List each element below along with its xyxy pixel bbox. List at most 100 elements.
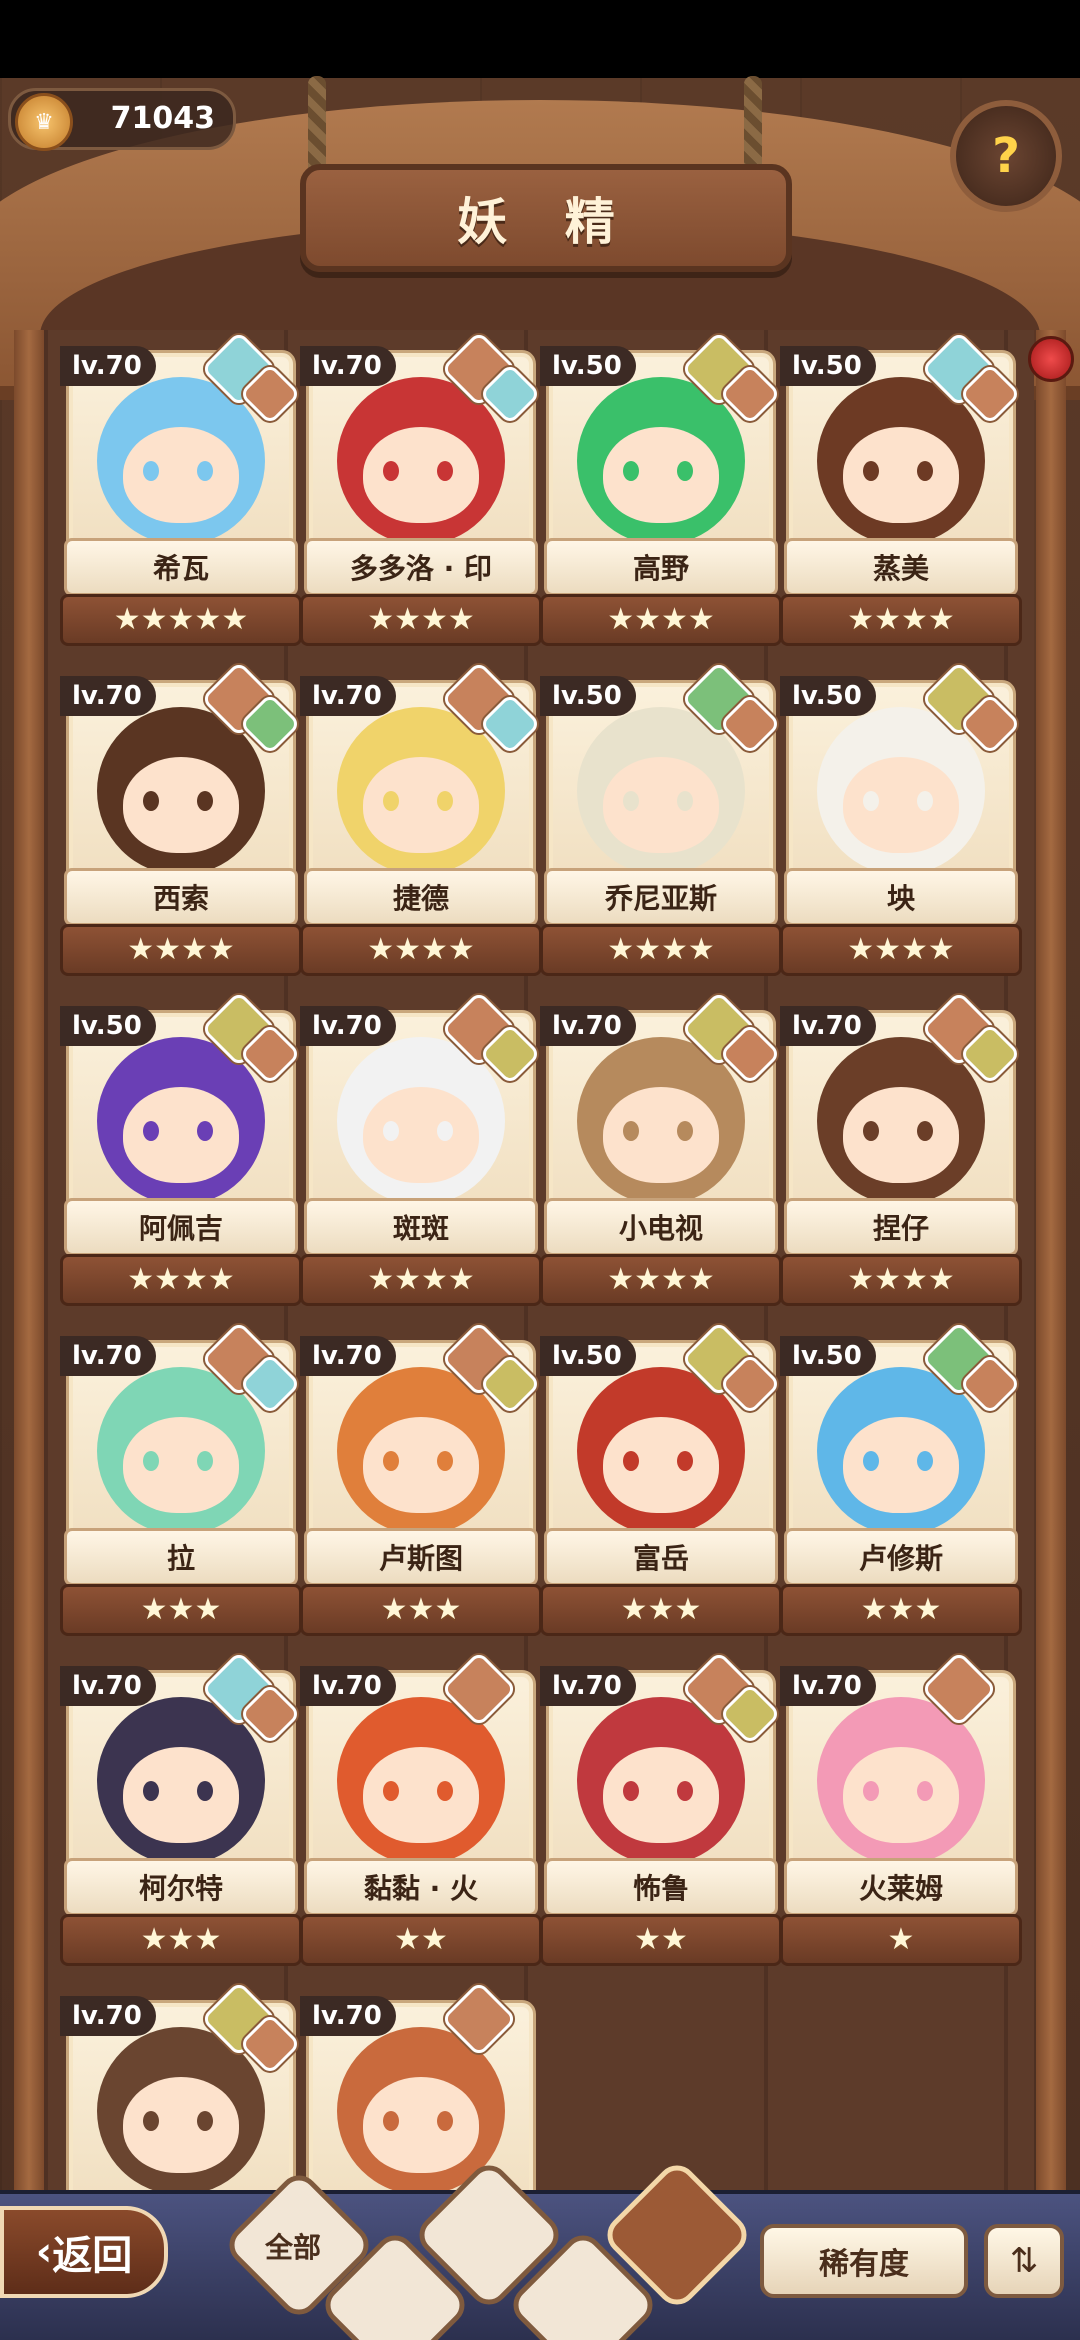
fairy-card[interactable]: lv.70 火莱姆 ★	[780, 1650, 1022, 1966]
star-rating: ★★★★	[540, 924, 782, 976]
fairy-name: 希瓦	[64, 538, 298, 596]
fairy-card[interactable]: lv.50 乔尼亚斯 ★★★★	[540, 660, 782, 976]
level-badge: lv.50	[540, 676, 636, 716]
fairy-name: 怖鲁	[544, 1858, 778, 1916]
level-badge: lv.50	[540, 346, 636, 386]
fairy-name: 小电视	[544, 1198, 778, 1256]
character-eye	[623, 1451, 639, 1471]
level-badge: lv.70	[540, 1666, 636, 1706]
level-badge: lv.50	[780, 1336, 876, 1376]
page-title: 妖 精	[457, 193, 635, 251]
star-icon: ★★★★	[847, 932, 955, 967]
character-eye	[677, 1451, 693, 1471]
level-badge: lv.70	[300, 1996, 396, 2036]
star-icon: ★★★	[140, 1592, 222, 1627]
star-rating: ★★★★	[780, 594, 1022, 646]
notification-dot[interactable]	[1028, 336, 1074, 382]
back-chevron-icon: ‹	[35, 2229, 53, 2275]
star-icon: ★★★★	[367, 932, 475, 967]
sort-order-button[interactable]: ⇅	[984, 2224, 1064, 2298]
character-eye	[863, 1121, 879, 1141]
star-rating: ★★★	[300, 1584, 542, 1636]
character-eye	[383, 461, 399, 481]
star-rating: ★★★★★	[60, 594, 302, 646]
star-rating: ★	[780, 1914, 1022, 1966]
fairy-card[interactable]: lv.70 多多洛 · 印 ★★★★	[300, 330, 542, 646]
fairy-name: 斑斑	[304, 1198, 538, 1256]
fairy-card[interactable]: lv.50 富岳 ★★★	[540, 1320, 782, 1636]
fairy-name: 卢斯图	[304, 1528, 538, 1586]
level-badge: lv.50	[540, 1336, 636, 1376]
character-eye	[143, 1781, 159, 1801]
fairy-name: 阿佩吉	[64, 1198, 298, 1256]
star-icon: ★★★★	[847, 1262, 955, 1297]
character-eye	[437, 1121, 453, 1141]
level-badge: lv.70	[60, 676, 156, 716]
fairy-card[interactable]: lv.70 希瓦 ★★★★★	[60, 330, 302, 646]
character-eye	[197, 2111, 213, 2131]
currency-value: 71043	[110, 101, 215, 136]
character-face	[123, 427, 239, 523]
sort-icon: ⇅	[1009, 2241, 1039, 2281]
fairy-card[interactable]: lv.70 小电视 ★★★★	[540, 990, 782, 1306]
rarity-sort-button[interactable]: 稀有度	[760, 2224, 968, 2298]
level-badge: lv.70	[300, 1336, 396, 1376]
question-bulb-icon: ?	[992, 128, 1020, 184]
character-eye	[383, 1121, 399, 1141]
star-icon: ★★★★	[367, 602, 475, 637]
level-badge: lv.70	[60, 346, 156, 386]
currency-display[interactable]: ♛ 71043	[8, 88, 236, 151]
fairy-name: 高野	[544, 538, 778, 596]
level-badge: lv.70	[300, 346, 396, 386]
character-eye	[143, 1121, 159, 1141]
character-eye	[143, 461, 159, 481]
star-icon: ★★★	[380, 1592, 462, 1627]
character-eye	[917, 461, 933, 481]
fairy-card[interactable]: lv.70 斑斑 ★★★★	[300, 990, 542, 1306]
title-sign: 妖 精	[300, 164, 792, 272]
fairy-card[interactable]: lv.70 卢斯图 ★★★	[300, 1320, 542, 1636]
star-icon: ★★★	[140, 1922, 222, 1957]
level-badge: lv.70	[60, 1336, 156, 1376]
fairy-card[interactable]: lv.50 卢修斯 ★★★	[780, 1320, 1022, 1636]
help-button[interactable]: ?	[950, 100, 1062, 212]
character-eye	[437, 1781, 453, 1801]
star-icon: ★★★★	[847, 602, 955, 637]
character-eye	[143, 1451, 159, 1471]
character-face	[843, 427, 959, 523]
character-eye	[143, 2111, 159, 2131]
fairy-card[interactable]: lv.50 坱 ★★★★	[780, 660, 1022, 976]
character-face	[363, 1417, 479, 1513]
star-icon: ★★★	[860, 1592, 942, 1627]
coin-icon: ♛	[15, 93, 73, 151]
character-eye	[677, 1781, 693, 1801]
fairy-name: 捏仔	[784, 1198, 1018, 1256]
fairy-card[interactable]: lv.50 蒸美 ★★★★	[780, 330, 1022, 646]
star-icon: ★★★	[620, 1592, 702, 1627]
character-eye	[383, 791, 399, 811]
star-icon: ★	[887, 1922, 915, 1957]
fairy-card[interactable]: lv.70 拉 ★★★	[60, 1320, 302, 1636]
back-button[interactable]: ‹ 返回	[0, 2206, 168, 2298]
fairy-card[interactable]: lv.50 阿佩吉 ★★★★	[60, 990, 302, 1306]
fairy-card[interactable]: lv.50 高野 ★★★★	[540, 330, 782, 646]
star-rating: ★★★★	[60, 924, 302, 976]
fairy-card[interactable]: lv.70 怖鲁 ★★	[540, 1650, 782, 1966]
fairy-card[interactable]: lv.70 柯尔特 ★★★	[60, 1650, 302, 1966]
fairy-name: 柯尔特	[64, 1858, 298, 1916]
status-bar	[0, 0, 1080, 78]
star-icon: ★★★★	[607, 932, 715, 967]
fairy-name: 富岳	[544, 1528, 778, 1586]
level-badge: lv.70	[300, 1006, 396, 1046]
fairy-card[interactable]: lv.70 西索 ★★★★	[60, 660, 302, 976]
character-face	[363, 2077, 479, 2173]
right-post	[1036, 330, 1066, 2230]
star-rating: ★★★★	[780, 1254, 1022, 1306]
fairy-card[interactable]: lv.70 黏黏 · 火 ★★	[300, 1650, 542, 1966]
star-rating: ★★★★	[300, 594, 542, 646]
star-rating: ★★	[300, 1914, 542, 1966]
fairy-card[interactable]: lv.70 捏仔 ★★★★	[780, 990, 1022, 1306]
character-face	[843, 757, 959, 853]
star-rating: ★★★★	[540, 1254, 782, 1306]
fairy-card[interactable]: lv.70 捷德 ★★★★	[300, 660, 542, 976]
